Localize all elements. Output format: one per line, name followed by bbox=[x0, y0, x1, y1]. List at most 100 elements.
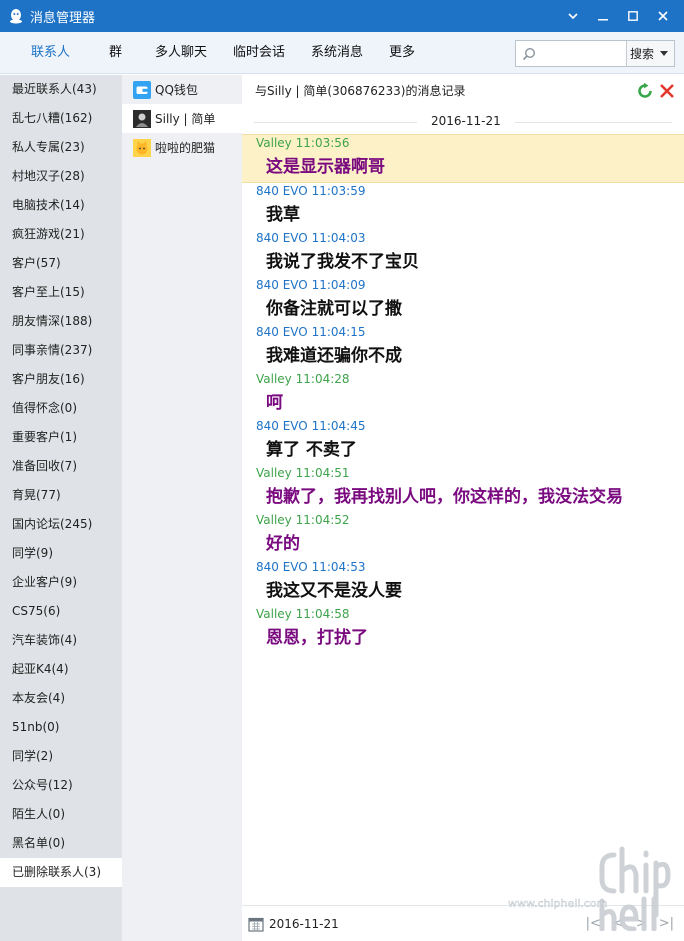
message-meta: Valley 11:04:52 bbox=[256, 512, 684, 529]
group-item[interactable]: 客户至上(15) bbox=[0, 278, 122, 307]
message-text: 这是显示器啊哥 bbox=[266, 157, 385, 177]
message-meta: 840 EVO 11:04:15 bbox=[256, 324, 684, 341]
group-item-selected[interactable]: 已删除联系人(3) bbox=[0, 858, 122, 887]
search-button[interactable]: 搜索 bbox=[626, 41, 674, 66]
timestamp: 11:04:15 bbox=[311, 325, 366, 339]
search-box: 搜索 bbox=[515, 40, 675, 67]
delete-button[interactable] bbox=[656, 81, 678, 101]
tab-system-messages[interactable]: 系统消息 bbox=[311, 32, 363, 74]
contact-item-selected[interactable]: Silly | 简单 bbox=[122, 104, 242, 133]
group-item[interactable]: 私人专属(23) bbox=[0, 133, 122, 162]
message-item[interactable]: 840 EVO 11:04:15 我难道还骗你不成 bbox=[242, 324, 684, 371]
group-item[interactable]: 电脑技术(14) bbox=[0, 191, 122, 220]
search-button-label: 搜索 bbox=[630, 47, 655, 61]
tab-multi-chat[interactable]: 多人聊天 bbox=[155, 32, 207, 74]
group-item[interactable]: 客户(57) bbox=[0, 249, 122, 278]
tab-temp-session[interactable]: 临时会话 bbox=[233, 32, 285, 74]
user-avatar bbox=[133, 109, 151, 128]
message-text: 我说了我发不了宝贝 bbox=[266, 252, 419, 272]
contact-name: 啦啦的肥猫 bbox=[155, 141, 216, 155]
group-item[interactable]: 同事亲情(237) bbox=[0, 336, 122, 365]
message-meta: Valley 11:03:56 bbox=[256, 135, 684, 152]
group-item[interactable]: 疯狂游戏(21) bbox=[0, 220, 122, 249]
message-item[interactable]: 840 EVO 11:04:53 我这又不是没人要 bbox=[242, 559, 684, 606]
message-item[interactable]: Valley 11:04:51 抱歉了，我再找别人吧，你这样的，我没法交易 bbox=[242, 465, 684, 512]
group-item[interactable]: 乱七八糟(162) bbox=[0, 104, 122, 133]
minimize-icon bbox=[598, 19, 608, 21]
contact-item[interactable]: QQ钱包 bbox=[122, 75, 242, 104]
message-item[interactable]: Valley 11:04:52 好的 bbox=[242, 512, 684, 559]
timestamp: 11:04:45 bbox=[311, 419, 366, 433]
calendar-icon[interactable] bbox=[248, 916, 264, 932]
contact-name: QQ钱包 bbox=[155, 83, 198, 97]
group-item[interactable]: 朋友情深(188) bbox=[0, 307, 122, 336]
footer-date: 2016-11-21 bbox=[269, 916, 339, 931]
group-item[interactable]: 51nb(0) bbox=[0, 713, 122, 742]
close-button[interactable] bbox=[648, 0, 678, 32]
message-item[interactable]: Valley 11:03:56 这是显示器啊哥 bbox=[242, 134, 684, 183]
group-item[interactable]: 企业客户(9) bbox=[0, 568, 122, 597]
sender: Valley bbox=[256, 513, 292, 527]
group-item[interactable]: 本友会(4) bbox=[0, 684, 122, 713]
date-label: 2016-11-21 bbox=[417, 114, 515, 128]
message-text: 我难道还骗你不成 bbox=[266, 346, 402, 366]
message-meta: Valley 11:04:51 bbox=[256, 465, 684, 482]
group-item[interactable]: 公众号(12) bbox=[0, 771, 122, 800]
contact-item[interactable]: 啦啦的肥猫 bbox=[122, 133, 242, 162]
timestamp: 11:04:09 bbox=[311, 278, 366, 292]
group-item[interactable]: 黑名单(0) bbox=[0, 829, 122, 858]
message-text: 抱歉了，我再找别人吧，你这样的，我没法交易 bbox=[266, 487, 623, 507]
minimize-button[interactable] bbox=[588, 0, 618, 32]
group-item[interactable]: 同学(9) bbox=[0, 539, 122, 568]
tab-contacts[interactable]: 联系人 bbox=[31, 32, 70, 74]
date-separator: 2016-11-21 bbox=[242, 106, 684, 134]
sender: 840 EVO bbox=[256, 560, 308, 574]
timestamp: 11:04:28 bbox=[295, 372, 350, 386]
group-item[interactable]: 同学(2) bbox=[0, 742, 122, 771]
tab-more[interactable]: 更多 bbox=[389, 32, 415, 74]
group-item[interactable]: 起亚K4(4) bbox=[0, 655, 122, 684]
message-meta: 840 EVO 11:04:03 bbox=[256, 230, 684, 247]
qq-wallet-icon bbox=[133, 80, 151, 99]
group-item[interactable]: 汽车装饰(4) bbox=[0, 626, 122, 655]
dropdown-arrow-icon bbox=[660, 51, 669, 56]
group-item[interactable]: 村地汉子(28) bbox=[0, 162, 122, 191]
message-item[interactable]: 840 EVO 11:04:03 我说了我发不了宝贝 bbox=[242, 230, 684, 277]
message-text: 好的 bbox=[266, 534, 300, 554]
message-item[interactable]: Valley 11:04:28 呵 bbox=[242, 371, 684, 418]
maximize-button[interactable] bbox=[618, 0, 648, 32]
message-item[interactable]: 840 EVO 11:04:45 算了 不卖了 bbox=[242, 418, 684, 465]
chat-header: 与Silly | 简单(306876233)的消息记录 bbox=[242, 75, 684, 106]
chat-header-title: 与Silly | 简单(306876233)的消息记录 bbox=[255, 84, 466, 98]
chevron-down-icon bbox=[568, 13, 578, 20]
group-item[interactable]: 重要客户(1) bbox=[0, 423, 122, 452]
tab-groups[interactable]: 群 bbox=[109, 32, 122, 74]
sender: Valley bbox=[256, 607, 292, 621]
sender: 840 EVO bbox=[256, 184, 308, 198]
refresh-button[interactable] bbox=[634, 81, 656, 101]
qq-penguin-icon bbox=[10, 9, 22, 24]
group-item[interactable]: 客户朋友(16) bbox=[0, 365, 122, 394]
group-item[interactable]: CS75(6) bbox=[0, 597, 122, 626]
message-item[interactable]: 840 EVO 11:03:59 我草 bbox=[242, 183, 684, 230]
sender: Valley bbox=[256, 136, 292, 150]
message-text: 我这又不是没人要 bbox=[266, 581, 402, 601]
menu-button[interactable] bbox=[558, 0, 588, 32]
message-meta: 840 EVO 11:04:45 bbox=[256, 418, 684, 435]
group-item[interactable]: 育晃(77) bbox=[0, 481, 122, 510]
group-item[interactable]: 最近联系人(43) bbox=[0, 75, 122, 104]
message-text: 恩恩，打扰了 bbox=[266, 628, 368, 648]
search-input[interactable] bbox=[542, 41, 626, 66]
timestamp: 11:03:59 bbox=[311, 184, 366, 198]
group-item[interactable]: 国内论坛(245) bbox=[0, 510, 122, 539]
group-item[interactable]: 值得怀念(0) bbox=[0, 394, 122, 423]
timestamp: 11:04:51 bbox=[295, 466, 350, 480]
window-title: 消息管理器 bbox=[30, 10, 96, 26]
message-item[interactable]: 840 EVO 11:04:09 你备注就可以了撒 bbox=[242, 277, 684, 324]
group-item[interactable]: 准备回收(7) bbox=[0, 452, 122, 481]
message-meta: Valley 11:04:28 bbox=[256, 371, 684, 388]
group-item[interactable]: 陌生人(0) bbox=[0, 800, 122, 829]
maximize-icon bbox=[628, 11, 638, 21]
close-icon bbox=[658, 11, 668, 21]
message-item[interactable]: Valley 11:04:58 恩恩，打扰了 bbox=[242, 606, 684, 653]
